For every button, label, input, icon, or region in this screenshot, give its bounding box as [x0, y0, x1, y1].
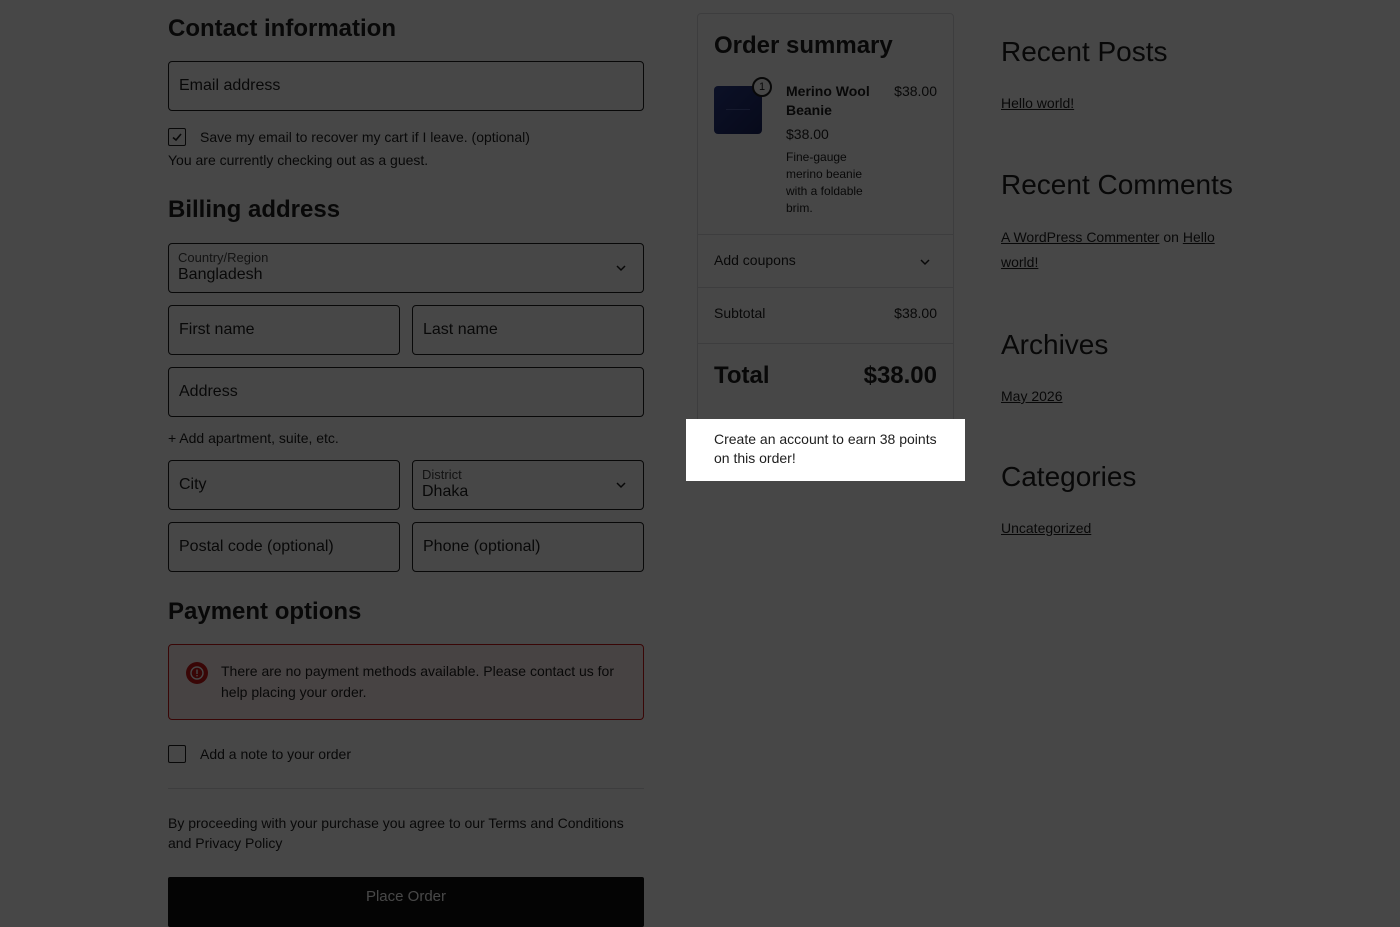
subtotal-label: Subtotal [714, 305, 766, 321]
first-name-field[interactable]: First name [168, 305, 400, 355]
recent-comments-heading: Recent Comments [1001, 169, 1233, 200]
divider [168, 788, 644, 789]
email-field[interactable]: Email address [168, 61, 644, 111]
chevron-down-icon [920, 259, 930, 266]
last-name-field[interactable]: Last name [412, 305, 644, 355]
phone-field[interactable]: Phone (optional) [412, 522, 644, 572]
recent-posts-list: Hello world! [1001, 91, 1241, 116]
total-label: Total [714, 362, 770, 389]
district-select[interactable]: District Dhaka [412, 460, 644, 510]
checkmark-icon [172, 133, 182, 142]
payment-error-message: There are no payment methods available. … [221, 663, 614, 700]
divider [698, 343, 953, 344]
categories-heading: Categories [1001, 461, 1137, 492]
payment-heading: Payment options [168, 598, 362, 625]
archive-link[interactable]: May 2026 [1001, 388, 1062, 404]
order-summary-title: Order summary [714, 32, 893, 59]
subtotal-value: $38.00 [894, 305, 937, 321]
quantity-badge: 1 [752, 77, 772, 97]
city-field[interactable]: City [168, 460, 400, 510]
comment-author-link[interactable]: A WordPress Commenter [1001, 229, 1159, 245]
line-total: $38.00 [894, 83, 937, 99]
city-placeholder: City [179, 476, 207, 493]
add-coupons-toggle[interactable]: Add coupons [698, 235, 953, 287]
country-value: Bangladesh [178, 266, 263, 283]
save-email-label[interactable]: Save my email to recover my cart if I le… [200, 129, 530, 145]
country-label: Country/Region [178, 250, 269, 265]
add-coupons-label: Add coupons [714, 252, 796, 268]
archives-heading: Archives [1001, 329, 1109, 360]
postal-code-placeholder: Postal code (optional) [179, 538, 334, 555]
place-order-label: Place Order [365, 888, 447, 905]
contact-heading: Contact information [168, 15, 396, 42]
categories-list: Uncategorized [1001, 516, 1241, 541]
billing-heading: Billing address [168, 196, 341, 223]
first-name-placeholder: First name [179, 321, 255, 338]
total-value: $38.00 [863, 362, 937, 389]
guest-checkout-text: You are currently checking out as a gues… [168, 152, 429, 168]
order-note-checkbox[interactable] [168, 745, 186, 763]
product-description: Fine-gauge merino beanie with a foldable… [786, 150, 863, 215]
place-order-button[interactable]: Place Order [168, 877, 644, 927]
add-apartment-link[interactable]: + Add apartment, suite, etc. [168, 430, 339, 446]
comment-on-text: on [1163, 229, 1179, 245]
category-link[interactable]: Uncategorized [1001, 520, 1091, 536]
district-label: District [422, 467, 462, 482]
district-value: Dhaka [422, 483, 469, 500]
last-name-placeholder: Last name [423, 321, 498, 338]
divider [698, 287, 953, 288]
product-name: Merino Wool Beanie [786, 83, 870, 118]
order-note-label[interactable]: Add a note to your order [200, 746, 351, 762]
order-summary-panel: Order summary 1 Merino Wool Beanie $38.0… [697, 13, 954, 481]
error-icon [186, 662, 208, 684]
chevron-down-icon [616, 265, 626, 272]
country-select[interactable]: Country/Region Bangladesh [168, 243, 644, 293]
archives-list: May 2026 [1001, 384, 1241, 409]
postal-code-field[interactable]: Postal code (optional) [168, 522, 400, 572]
payment-error-notice: There are no payment methods available. … [168, 644, 644, 720]
recent-posts-heading: Recent Posts [1001, 36, 1168, 67]
save-email-checkbox[interactable] [168, 128, 186, 146]
email-placeholder: Email address [179, 77, 281, 94]
address-field[interactable]: Address [168, 367, 644, 417]
address-placeholder: Address [179, 383, 238, 400]
terms-text: By proceeding with your purchase you agr… [168, 815, 624, 851]
recent-post-link[interactable]: Hello world! [1001, 95, 1074, 111]
product-price: $38.00 [786, 126, 829, 142]
earn-points-message: Create an account to earn 38 points on t… [714, 431, 937, 466]
recent-comment: A WordPress Commenter on Hello world! [1001, 225, 1241, 275]
chevron-down-icon [616, 482, 626, 489]
phone-placeholder: Phone (optional) [423, 538, 541, 555]
